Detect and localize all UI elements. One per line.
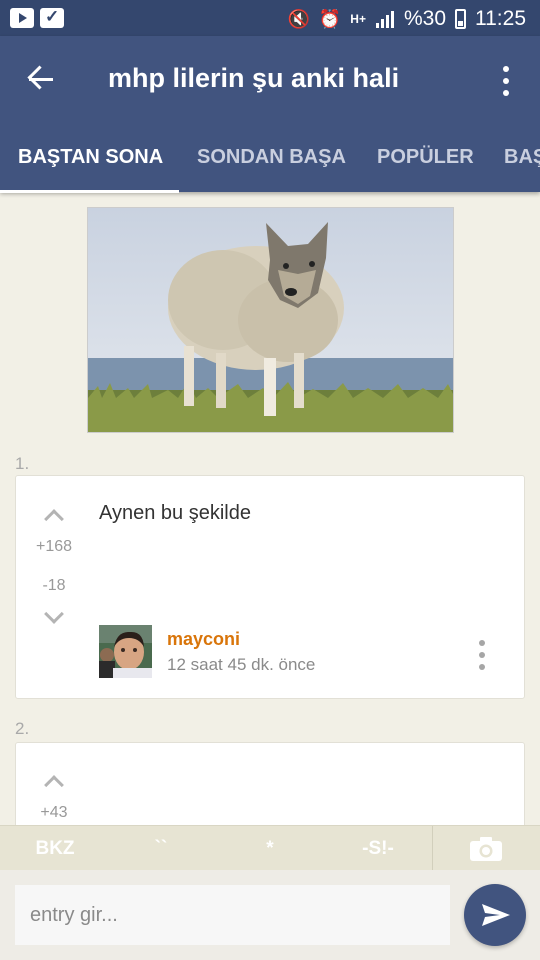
author-name[interactable]: mayconi: [167, 629, 240, 650]
entry-card: +43: [15, 742, 525, 825]
input-bar: [0, 870, 540, 960]
signal-icon: [375, 10, 395, 28]
system-icons: 🔇 ⏰ H+ %30 11:25: [287, 7, 526, 31]
tab-populer[interactable]: POPÜLER: [377, 146, 474, 169]
send-button[interactable]: [464, 884, 526, 946]
upvote-icon[interactable]: [42, 506, 66, 520]
battery-icon: [455, 9, 466, 29]
entry-number: 1.: [15, 454, 30, 473]
toolbar-divider: [432, 826, 433, 871]
clock: 11:25: [475, 7, 526, 30]
network-icon: H+: [350, 12, 366, 26]
status-bar: 🔇 ⏰ H+ %30 11:25: [0, 0, 540, 36]
upvote-icon[interactable]: [42, 772, 66, 786]
app-bar: mhp lilerin şu anki hali BAŞTAN SONA SON…: [0, 36, 540, 193]
upvote-count: +168: [35, 538, 73, 555]
entry-more-icon[interactable]: [476, 640, 488, 670]
downvote-count: -18: [42, 577, 66, 594]
entry-input[interactable]: [15, 885, 450, 945]
tab-bastan-sona[interactable]: BAŞTAN SONA: [18, 146, 163, 169]
backtick-button[interactable]: ``: [146, 838, 176, 860]
asterisk-button[interactable]: *: [258, 838, 282, 860]
entry-timestamp[interactable]: 12 saat 45 dk. önce: [167, 655, 315, 675]
mute-icon: 🔇: [287, 8, 310, 29]
camera-icon[interactable]: [470, 836, 502, 861]
tab-bar: BAŞTAN SONA SONDAN BAŞA POPÜLER BAŞ: [0, 130, 540, 192]
back-arrow-icon[interactable]: [26, 64, 60, 94]
entry-number: 2.: [15, 719, 30, 738]
tab-sondan-basa[interactable]: SONDAN BAŞA: [197, 146, 346, 169]
entry-card: +168 -18 Aynen bu şekilde mayconi 12 saa…: [15, 475, 525, 699]
send-icon: [482, 904, 510, 926]
bkz-button[interactable]: BKZ: [30, 838, 80, 860]
avatar[interactable]: [99, 625, 152, 678]
spoiler-button[interactable]: -S!-: [355, 838, 401, 860]
page-title: mhp lilerin şu anki hali: [108, 63, 400, 93]
topic-image[interactable]: [87, 207, 454, 433]
entry-text: Aynen bu şekilde: [99, 502, 251, 524]
more-vert-icon[interactable]: [496, 66, 516, 96]
notification-icons: [10, 7, 64, 28]
entry-list: 1. +168 -18 Aynen bu şekilde mayconi 12 …: [0, 192, 540, 825]
format-toolbar: BKZ `` * -S!-: [0, 825, 540, 871]
alarm-icon: ⏰: [318, 8, 342, 29]
upvote-count: +43: [40, 804, 68, 821]
youtube-icon: [10, 8, 34, 28]
battery-percent: %30: [403, 7, 446, 30]
tab-bas[interactable]: BAŞ: [504, 146, 540, 169]
check-icon: [40, 7, 64, 28]
downvote-icon[interactable]: [42, 610, 66, 624]
